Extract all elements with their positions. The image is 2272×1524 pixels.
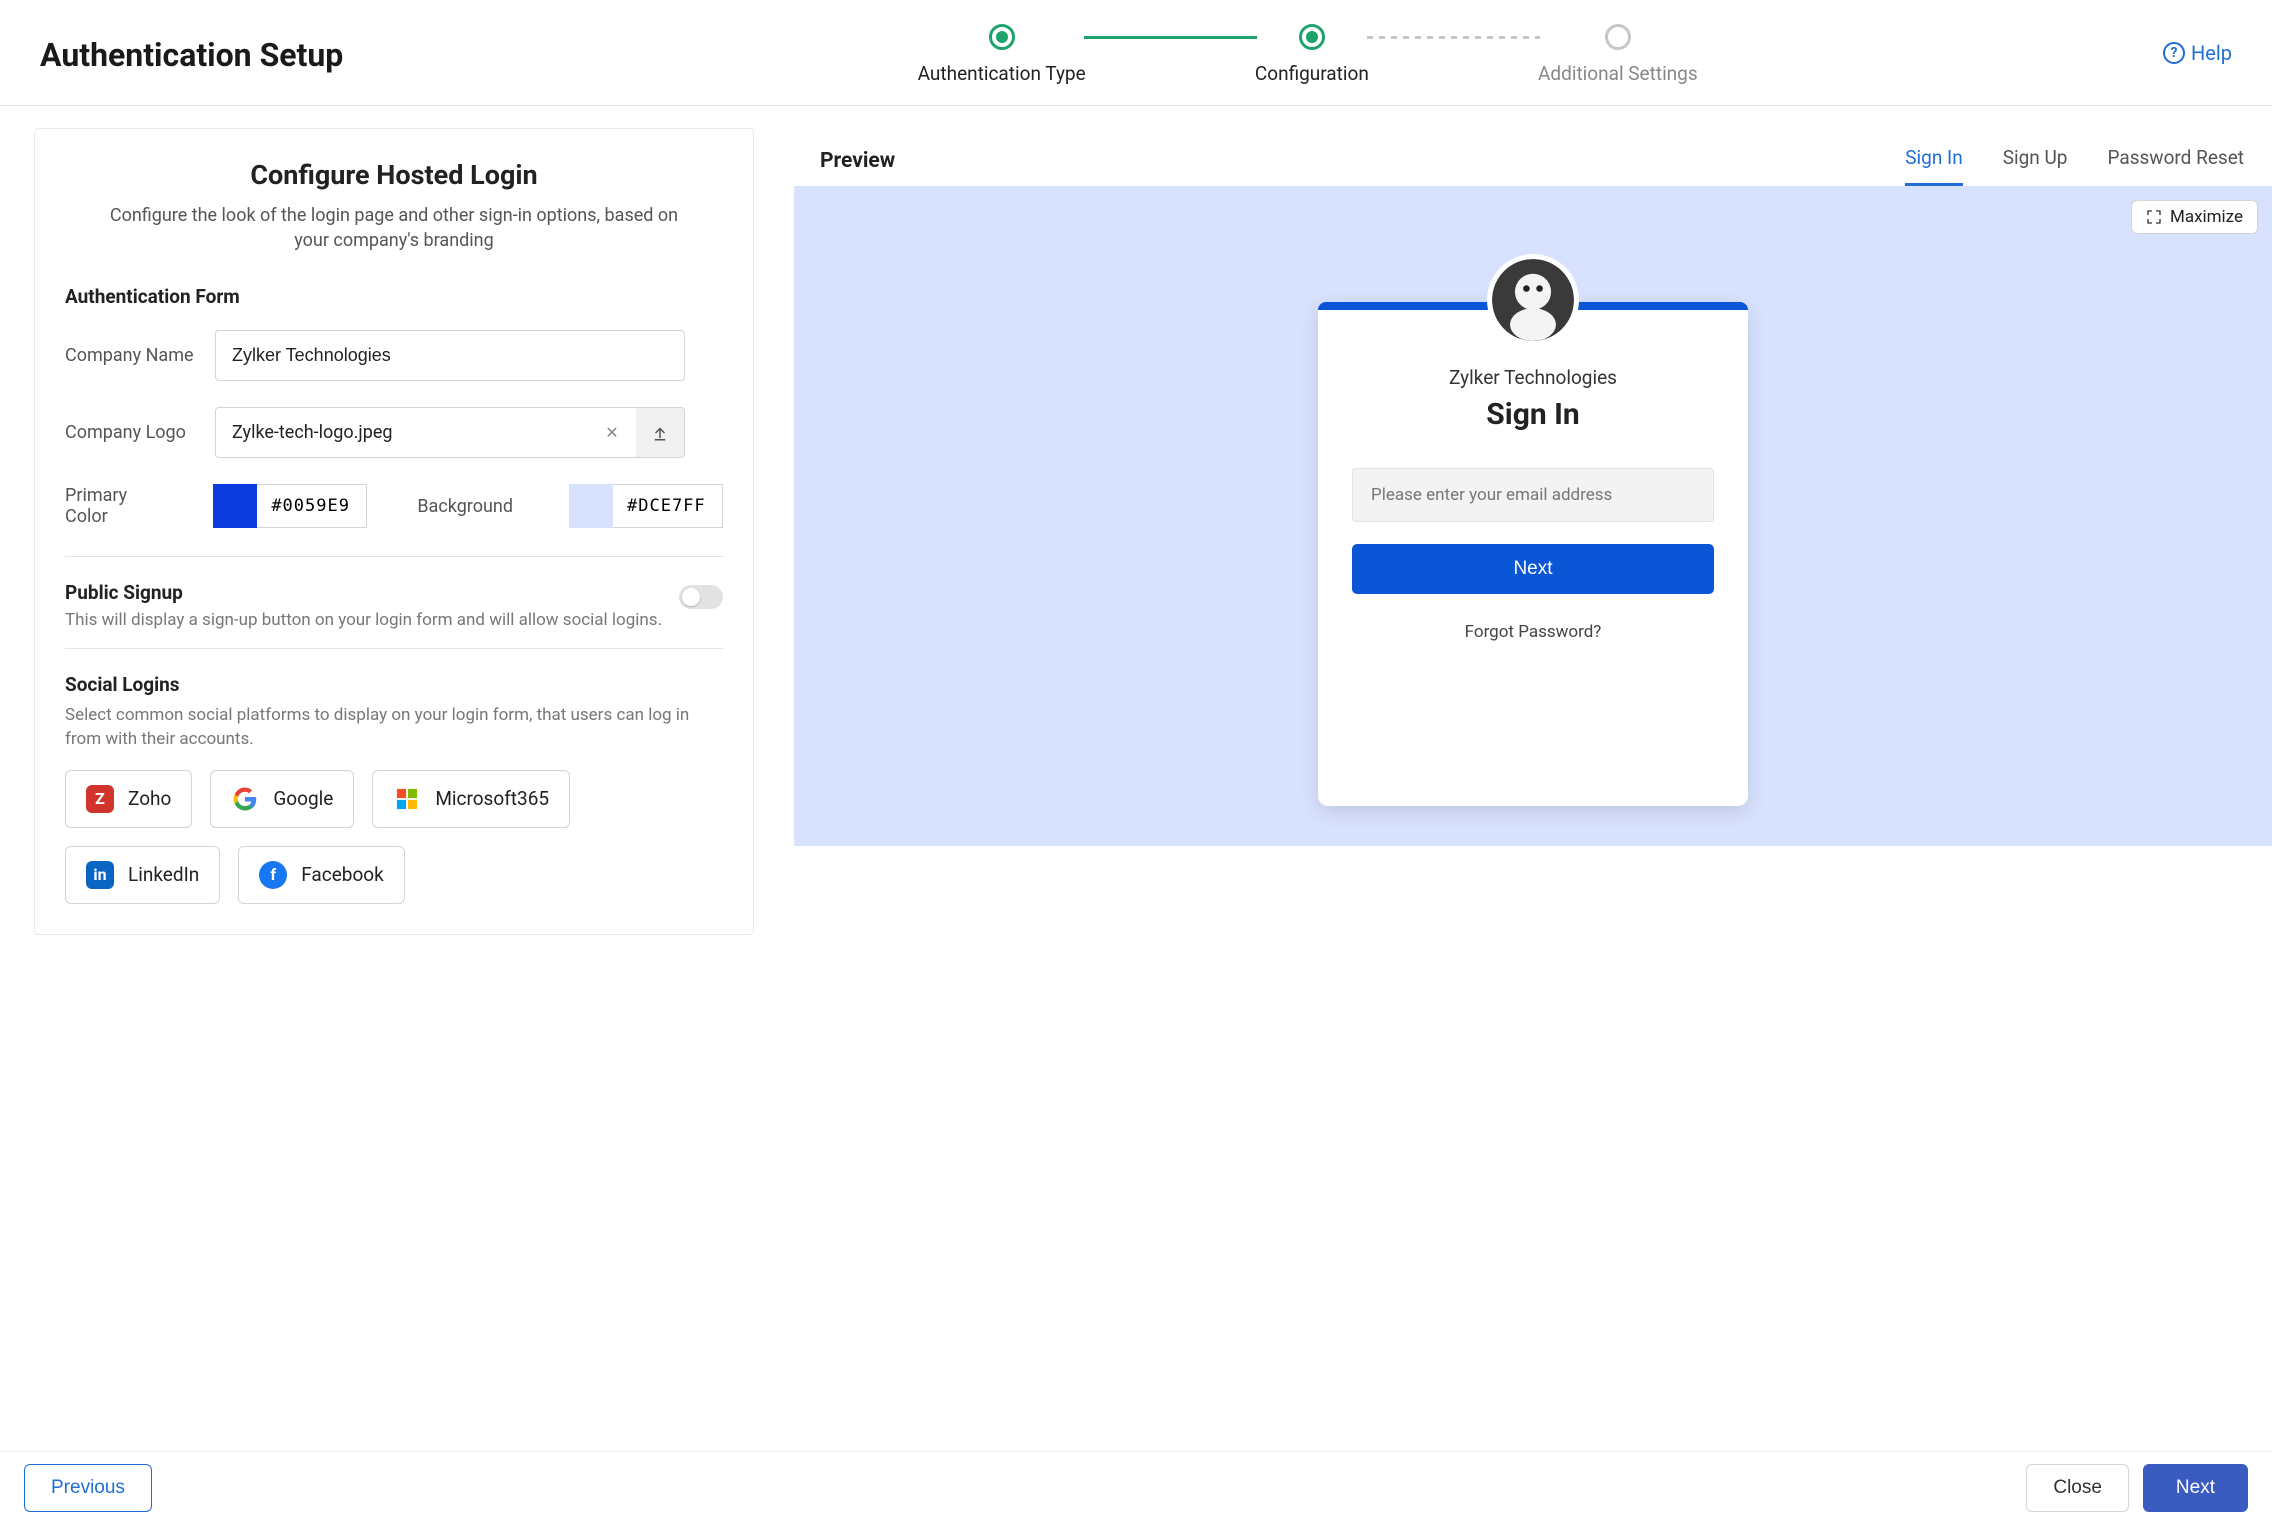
tab-sign-up[interactable]: Sign Up	[2003, 136, 2068, 186]
upload-logo-button[interactable]	[636, 408, 684, 457]
social-logins-desc: Select common social platforms to displa…	[65, 704, 723, 752]
preview-next-button[interactable]: Next	[1352, 544, 1714, 594]
social-facebook-button[interactable]: f Facebook	[238, 846, 405, 904]
step-circle-icon	[1605, 24, 1631, 50]
social-label: Microsoft365	[435, 787, 549, 810]
preview-forgot-link[interactable]: Forgot Password?	[1352, 622, 1714, 642]
company-logo-label: Company Logo	[65, 421, 215, 444]
preview-heading: Sign In	[1352, 397, 1714, 432]
preview-area: Maximize Zylker Technologies Sign In Ple…	[794, 186, 2272, 846]
primary-color-swatch[interactable]	[213, 484, 257, 528]
public-signup-title: Public Signup	[65, 581, 662, 604]
tab-sign-in[interactable]: Sign In	[1905, 136, 1962, 186]
close-icon: ✕	[605, 423, 618, 442]
linkedin-icon: in	[86, 861, 114, 889]
step-connector	[1367, 36, 1540, 39]
panel-subtitle: Configure the look of the login page and…	[94, 203, 694, 253]
zoho-icon: Z	[86, 785, 114, 813]
step-circle-icon	[1299, 24, 1325, 50]
divider	[65, 556, 723, 557]
primary-color-input[interactable]	[257, 484, 367, 528]
public-signup-desc: This will display a sign-up button on yo…	[65, 610, 662, 630]
preview-company-name: Zylker Technologies	[1352, 366, 1714, 389]
step-authentication-type[interactable]: Authentication Type	[918, 24, 1086, 85]
step-label: Configuration	[1255, 62, 1369, 85]
upload-icon	[651, 424, 669, 442]
company-logo-filename: Zylke-tech-logo.jpeg	[216, 408, 588, 457]
public-signup-toggle[interactable]	[679, 585, 723, 609]
company-name-input[interactable]	[215, 330, 685, 381]
microsoft-icon	[393, 785, 421, 813]
social-linkedin-button[interactable]: in LinkedIn	[65, 846, 220, 904]
background-color-swatch[interactable]	[569, 484, 613, 528]
google-icon	[231, 785, 259, 813]
social-label: Facebook	[301, 863, 384, 886]
divider	[65, 648, 723, 649]
page-title: Authentication Setup	[40, 36, 343, 74]
company-name-label: Company Name	[65, 344, 215, 367]
help-label: Help	[2191, 41, 2232, 65]
next-button[interactable]: Next	[2143, 1464, 2248, 1512]
help-icon: ?	[2163, 42, 2185, 64]
configure-panel: Configure Hosted Login Configure the loo…	[34, 128, 754, 935]
company-logo-input[interactable]: Zylke-tech-logo.jpeg ✕	[215, 407, 685, 458]
clear-logo-button[interactable]: ✕	[588, 408, 636, 457]
preview-label: Preview	[820, 149, 895, 173]
facebook-icon: f	[259, 861, 287, 889]
maximize-icon	[2146, 209, 2162, 225]
close-button[interactable]: Close	[2026, 1464, 2129, 1512]
auth-form-heading: Authentication Form	[65, 285, 723, 308]
background-color-input[interactable]	[613, 484, 723, 528]
previous-button[interactable]: Previous	[24, 1464, 152, 1512]
social-logins-title: Social Logins	[65, 673, 723, 696]
maximize-label: Maximize	[2170, 207, 2243, 227]
social-label: LinkedIn	[128, 863, 199, 886]
social-zoho-button[interactable]: Z Zoho	[65, 770, 192, 828]
step-label: Additional Settings	[1538, 62, 1698, 85]
social-microsoft365-button[interactable]: Microsoft365	[372, 770, 570, 828]
page-header: Authentication Setup Authentication Type…	[0, 0, 2272, 106]
step-circle-icon	[989, 24, 1015, 50]
maximize-button[interactable]: Maximize	[2131, 200, 2258, 234]
preview-panel: Preview Sign In Sign Up Password Reset M…	[794, 128, 2272, 935]
step-configuration[interactable]: Configuration	[1255, 24, 1369, 85]
step-label: Authentication Type	[918, 62, 1086, 85]
step-additional-settings[interactable]: Additional Settings	[1538, 24, 1698, 85]
social-label: Zoho	[128, 787, 171, 810]
tab-password-reset[interactable]: Password Reset	[2107, 136, 2244, 186]
primary-color-label: Primary Color	[65, 485, 157, 527]
wizard-stepper: Authentication Type Configuration Additi…	[918, 24, 1698, 85]
social-label: Google	[273, 787, 333, 810]
step-connector	[1084, 36, 1257, 39]
preview-email-input[interactable]: Please enter your email address	[1352, 468, 1714, 522]
social-google-button[interactable]: Google	[210, 770, 354, 828]
help-link[interactable]: ? Help	[2163, 41, 2232, 65]
wizard-footer: Previous Close Next	[0, 1451, 2272, 1524]
login-preview-card: Zylker Technologies Sign In Please enter…	[1318, 302, 1748, 806]
background-color-label: Background	[417, 496, 513, 517]
panel-title: Configure Hosted Login	[65, 159, 723, 191]
avatar	[1487, 254, 1579, 346]
